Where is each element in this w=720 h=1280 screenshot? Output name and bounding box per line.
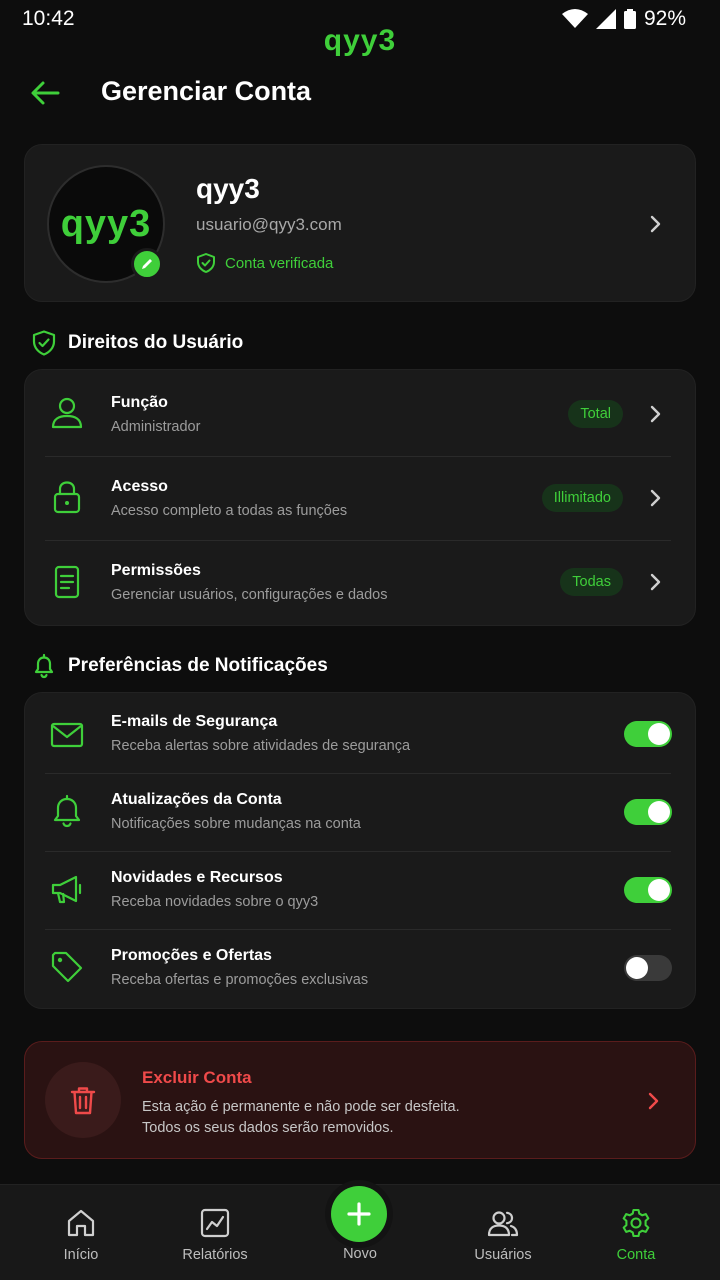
notification-item-title: Atualizações da Conta <box>111 791 282 808</box>
nav-label: Usuários <box>474 1247 532 1263</box>
notification-item-subtitle: Receba ofertas e promoções exclusivas <box>111 972 369 988</box>
profile-email: usuario@qyy3.com <box>196 215 342 234</box>
notification-item-title: E-mails de Segurança <box>111 713 278 730</box>
notification-item-news: Novidades e Recursos Receba novidades so… <box>25 851 697 929</box>
rights-item-title: Função <box>111 394 168 411</box>
bell-icon <box>53 794 81 828</box>
lock-icon <box>53 481 81 514</box>
new-button-label: Novo <box>343 1246 377 1262</box>
toggle-knob <box>626 957 648 979</box>
home-icon <box>67 1209 95 1237</box>
page-title: Gerenciar Conta <box>101 76 312 106</box>
notification-item-title: Novidades e Recursos <box>111 869 283 886</box>
nav-item-home[interactable]: Início <box>21 1185 141 1280</box>
rights-item-permissions[interactable]: Permissões Gerenciar usuários, configura… <box>25 540 697 626</box>
rights-item-subtitle: Gerenciar usuários, configurações e dado… <box>111 587 388 603</box>
rights-item-subtitle: Acesso completo a todas as funções <box>111 503 348 519</box>
notification-item-subtitle: Receba alertas sobre atividades de segur… <box>111 738 411 754</box>
rights-heading: Direitos do Usuário <box>32 330 243 356</box>
brand-logo: qyy3 <box>323 24 397 57</box>
profile-name: qyy3 <box>196 173 260 204</box>
profile-card[interactable]: qyy3 qyy3 usuario@qyy3.com Conta verific… <box>24 144 696 302</box>
delete-account-description: Esta ação é permanente e não pode ser de… <box>142 1097 460 1139</box>
gear-icon <box>622 1208 650 1238</box>
toggle-knob <box>648 879 670 901</box>
toggle-knob <box>648 801 670 823</box>
chevron-right-icon <box>650 573 661 591</box>
notification-item-account-updates: Atualizações da Conta Notificações sobre… <box>25 773 697 851</box>
chevron-right-icon <box>650 489 661 507</box>
delete-account-line-2: Todos os seus dados serão removidos. <box>142 1120 394 1136</box>
toggle-switch[interactable] <box>624 799 672 825</box>
toggle-switch[interactable] <box>624 877 672 903</box>
status-badge: Todas <box>560 568 623 596</box>
notification-item-subtitle: Notificações sobre mudanças na conta <box>111 816 361 832</box>
nav-item-account[interactable]: Conta <box>576 1185 696 1280</box>
notification-item-subtitle: Receba novidades sobre o qyy3 <box>111 894 319 910</box>
plus-icon <box>347 1202 371 1226</box>
user-icon <box>51 397 83 429</box>
notifications-heading-text: Preferências de Notificações <box>68 655 328 676</box>
notification-item-title: Promoções e Ofertas <box>111 947 272 964</box>
status-badge: Illimitado <box>541 484 623 512</box>
mail-icon <box>50 722 84 748</box>
chevron-right-icon <box>648 1092 659 1110</box>
users-icon <box>487 1211 519 1237</box>
nav-label: Relatórios <box>182 1247 248 1263</box>
tag-icon <box>51 951 83 983</box>
rights-item-title: Permissões <box>111 562 201 579</box>
notifications-card: E-mails de Segurança Receba alertas sobr… <box>24 692 696 1009</box>
rights-item-role[interactable]: Função Administrador Total <box>25 370 697 456</box>
megaphone-icon <box>51 875 82 904</box>
status-badge: Total <box>568 400 623 428</box>
toggle-switch[interactable] <box>624 955 672 981</box>
delete-account-title: Excluir Conta <box>142 1068 252 1087</box>
notification-item-promotions: Promoções e Ofertas Receba ofertas e pro… <box>25 929 697 1009</box>
rights-item-title: Acesso <box>111 478 168 495</box>
app-header: Gerenciar Conta <box>0 70 720 116</box>
shield-check-icon <box>197 253 215 273</box>
avatar-logo: qyy3 <box>60 202 152 245</box>
delete-account-line-1: Esta ação é permanente e não pode ser de… <box>142 1099 460 1115</box>
bell-icon <box>34 653 54 679</box>
notification-item-security-emails: E-mails de Segurança Receba alertas sobr… <box>25 693 697 773</box>
nav-label: Conta <box>616 1247 656 1263</box>
trash-icon-container <box>45 1062 121 1138</box>
rights-card: Função Administrador Total Acesso Acesso… <box>24 369 696 626</box>
delete-account-card[interactable]: Excluir Conta Esta ação é permanente e n… <box>24 1041 696 1159</box>
rights-item-access[interactable]: Acesso Acesso completo a todas as funçõe… <box>25 456 697 540</box>
nav-item-users[interactable]: Usuários <box>443 1185 563 1280</box>
shield-check-icon <box>32 330 56 356</box>
verified-text: Conta verificada <box>225 254 334 272</box>
pencil-icon <box>142 259 152 269</box>
new-button[interactable] <box>331 1186 387 1242</box>
verified-badge: Conta verificada <box>196 253 333 273</box>
nav-label: Início <box>63 1247 99 1263</box>
chart-icon <box>200 1208 230 1238</box>
chevron-right-icon[interactable] <box>645 214 665 234</box>
toggle-knob <box>648 723 670 745</box>
trash-icon <box>70 1087 96 1115</box>
toggle-switch[interactable] <box>624 721 672 747</box>
back-arrow-icon[interactable] <box>28 76 62 110</box>
document-icon <box>54 565 80 599</box>
rights-item-subtitle: Administrador <box>111 419 201 435</box>
chevron-right-icon <box>650 405 661 423</box>
notifications-heading: Preferências de Notificações <box>32 653 328 679</box>
edit-avatar-button[interactable] <box>131 248 163 280</box>
nav-item-reports[interactable]: Relatórios <box>155 1185 275 1280</box>
rights-heading-text: Direitos do Usuário <box>68 332 244 353</box>
